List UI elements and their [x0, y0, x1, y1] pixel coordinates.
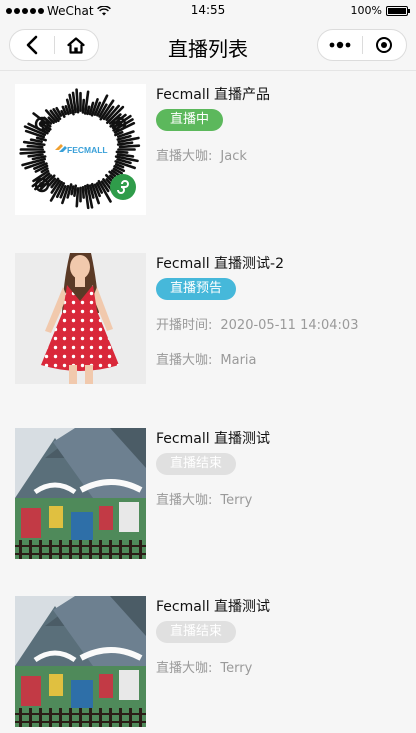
status-bar: WeChat 14:55 100% — [0, 0, 416, 22]
host-label: 直播大咖: — [156, 353, 213, 368]
start-time-row: 开播时间: 2020-05-11 14:04:03 — [156, 317, 416, 335]
item-title: Fecmall 直播测试-2 — [156, 256, 285, 272]
host-row: 直播大咖: Jack — [156, 148, 416, 166]
status-badge: 直播中 — [156, 109, 224, 131]
qr-ray — [81, 186, 85, 199]
host-name: Jack — [220, 149, 247, 164]
svg-text:FECMALL: FECMALL — [67, 145, 108, 155]
qr-ray — [73, 184, 78, 197]
qr-ray — [118, 144, 141, 149]
host-name: Maria — [220, 353, 257, 368]
list-item[interactable]: Fecmall 直播测试 直播结束 直播大咖: Terry — [15, 428, 416, 559]
host-name: Terry — [220, 493, 253, 508]
item-info: Fecmall 直播测试 直播结束 直播大咖: Terry — [156, 596, 416, 678]
battery-status: 100% — [350, 4, 410, 17]
list-item[interactable]: FECMALL Fecmall 直播产品 直播中 直播大咖: Jack — [15, 84, 416, 215]
qr-ray — [115, 150, 129, 154]
host-label: 直播大咖: — [156, 493, 213, 508]
qr-code-image: FECMALL — [15, 84, 146, 215]
qr-ray — [86, 105, 91, 116]
item-title: Fecmall 直播测试 — [156, 599, 271, 615]
qr-ray — [75, 187, 80, 208]
qr-ray — [27, 153, 44, 158]
start-time-label: 开播时间: — [156, 318, 213, 333]
product-image — [15, 253, 146, 384]
list-item[interactable]: Fecmall 直播测试-2 直播预告 开播时间: 2020-05-11 14:0… — [15, 253, 416, 384]
nav-bar: 直播列表 — [0, 22, 416, 71]
product-image — [15, 428, 146, 559]
qr-ray — [81, 98, 86, 114]
host-label: 直播大咖: — [156, 149, 213, 164]
item-title: Fecmall 直播测试 — [156, 431, 271, 447]
item-info: Fecmall 直播产品 直播中 直播大咖: Jack — [156, 84, 416, 166]
battery-icon — [386, 5, 410, 16]
live-list: FECMALL Fecmall 直播产品 直播中 直播大咖: Jack Fecm… — [0, 71, 416, 733]
host-label: 直播大咖: — [156, 661, 213, 676]
status-badge: 直播预告 — [156, 278, 237, 300]
host-name: Terry — [220, 661, 253, 676]
close-miniprogram-button[interactable] — [363, 30, 407, 60]
target-circle-icon — [376, 37, 393, 53]
qr-ray — [75, 88, 80, 114]
item-info: Fecmall 直播测试-2 直播预告 开播时间: 2020-05-11 14:0… — [156, 253, 416, 370]
status-badge: 直播结束 — [156, 453, 237, 475]
list-item[interactable]: Fecmall 直播测试 直播结束 直播大咖: Terry — [15, 596, 416, 727]
host-row: 直播大咖: Maria — [156, 352, 416, 370]
battery-percent: 100% — [350, 4, 382, 17]
host-row: 直播大咖: Terry — [156, 492, 416, 510]
nav-right-capsule — [317, 29, 407, 61]
status-badge: 直播结束 — [156, 621, 237, 643]
qr-ray — [19, 150, 46, 155]
item-info: Fecmall 直播测试 直播结束 直播大咖: Terry — [156, 428, 416, 510]
item-title: Fecmall 直播产品 — [156, 87, 271, 103]
qr-ray — [26, 144, 44, 149]
qr-ray — [70, 185, 75, 196]
more-dots-icon — [329, 41, 351, 49]
qr-ray — [116, 141, 134, 146]
start-time-value: 2020-05-11 14:04:03 — [220, 318, 359, 333]
more-button[interactable] — [318, 30, 362, 60]
product-image — [15, 596, 146, 727]
host-row: 直播大咖: Terry — [156, 660, 416, 678]
